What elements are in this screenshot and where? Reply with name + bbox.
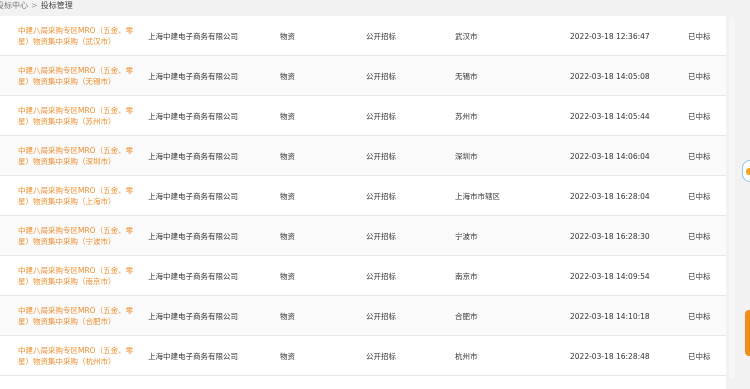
city-cell: 杭州市 — [455, 351, 478, 361]
table-row: 中建八局采购专区MRO（五金、零星）物资集中采购（南京市） 上海中建电子商务有限公… — [0, 256, 726, 296]
category-cell: 物资 — [280, 31, 295, 41]
project-name-link[interactable]: 中建八局采购专区MRO（五金、零星）物资集中采购（杭州市） — [18, 336, 136, 376]
category-cell: 物资 — [280, 151, 295, 161]
time-cell: 2022-03-18 14:10:18 — [570, 311, 650, 321]
category-cell: 物资 — [280, 111, 295, 121]
project-name-link[interactable]: 中建八局采购专区MRO（五金、零星）物资集中采购（武汉市） — [18, 16, 136, 56]
company-cell: 上海中建电子商务有限公司 — [148, 311, 238, 321]
table-row: 中建八局采购专区MRO（五金、零星）物资集中采购（合肥市） 上海中建电子商务有限公… — [0, 296, 726, 336]
chat-bubble-icon — [746, 168, 750, 175]
city-cell: 无锡市 — [455, 71, 478, 81]
bid-method-cell: 公开招标 — [366, 351, 396, 361]
status-cell: 已中标 — [688, 271, 711, 281]
city-cell: 合肥市 — [455, 311, 478, 321]
project-name-link[interactable]: 中建八局采购专区MRO（五金、零星）物资集中采购（无锡市） — [18, 56, 136, 96]
project-name-link[interactable]: 中建八局采购专区MRO（五金、零星）物资集中采购（合肥市） — [18, 296, 136, 336]
breadcrumb: 投标中心>投标管理 — [0, 0, 746, 16]
time-cell: 2022-03-18 16:28:48 — [570, 351, 650, 361]
category-cell: 物资 — [280, 191, 295, 201]
status-cell: 已中标 — [688, 311, 711, 321]
project-name-link[interactable]: 中建八局采购专区MRO（五金、零星）物资集中采购（苏州市） — [18, 96, 136, 136]
city-cell: 南京市 — [455, 271, 478, 281]
time-cell: 2022-03-18 14:05:44 — [570, 111, 650, 121]
bid-method-cell: 公开招标 — [366, 31, 396, 41]
page: 投标中心>投标管理 中建八局采购专区MRO（五金、零星）物资集中采购（武汉市） 上… — [0, 0, 750, 389]
category-cell: 物资 — [280, 351, 295, 361]
bid-method-cell: 公开招标 — [366, 231, 396, 241]
status-cell: 已中标 — [688, 31, 711, 41]
bid-method-cell: 公开招标 — [366, 311, 396, 321]
bid-method-cell: 公开招标 — [366, 111, 396, 121]
bid-table: 中建八局采购专区MRO（五金、零星）物资集中采购（武汉市） 上海中建电子商务有限公… — [0, 16, 726, 389]
time-cell: 2022-03-18 14:09:54 — [570, 271, 650, 281]
company-cell: 上海中建电子商务有限公司 — [148, 231, 238, 241]
company-cell: 上海中建电子商务有限公司 — [148, 31, 238, 41]
company-cell: 上海中建电子商务有限公司 — [148, 111, 238, 121]
breadcrumb-separator: > — [31, 1, 38, 10]
breadcrumb-current: 投标管理 — [40, 1, 73, 10]
status-cell: 已中标 — [688, 351, 711, 361]
bid-method-cell: 公开招标 — [366, 191, 396, 201]
table-row: 中建八局采购专区MRO（五金、零星）物资集中采购（无锡市） 上海中建电子商务有限公… — [0, 56, 726, 96]
time-cell: 2022-03-18 16:28:30 — [570, 231, 650, 241]
company-cell: 上海中建电子商务有限公司 — [148, 191, 238, 201]
company-cell: 上海中建电子商务有限公司 — [148, 151, 238, 161]
time-cell: 2022-03-18 16:28:04 — [570, 191, 650, 201]
city-cell: 深圳市 — [455, 151, 478, 161]
table-row: 中建八局采购专区MRO（五金、零星）物资集中采购（上海市） 上海中建电子商务有限公… — [0, 176, 726, 216]
side-float-tab[interactable] — [745, 310, 750, 356]
table-row: 中建八局采购专区MRO（五金、零星）物资集中采购（宁波市） 上海中建电子商务有限公… — [0, 216, 726, 256]
table-row: 中建八局采购专区MRO（五金、零星）物资集中采购（杭州市） 上海中建电子商务有限公… — [0, 336, 726, 376]
status-cell: 已中标 — [688, 151, 711, 161]
company-cell: 上海中建电子商务有限公司 — [148, 271, 238, 281]
category-cell: 物资 — [280, 71, 295, 81]
company-cell: 上海中建电子商务有限公司 — [148, 71, 238, 81]
table-row: 中建八局采购专区MRO（五金、零星）物资集中采购（苏州市） 上海中建电子商务有限公… — [0, 96, 726, 136]
breadcrumb-parent-link[interactable]: 投标中心 — [0, 1, 28, 10]
status-cell: 已中标 — [688, 111, 711, 121]
city-cell: 上海市市辖区 — [455, 191, 500, 201]
vertical-scrollbar[interactable] — [727, 16, 737, 389]
status-cell: 已中标 — [688, 71, 711, 81]
bid-method-cell: 公开招标 — [366, 151, 396, 161]
project-name-link[interactable]: 中建八局采购专区MRO（五金、零星）物资集中采购（深圳市） — [18, 136, 136, 176]
scrollbar-thumb[interactable] — [729, 18, 735, 378]
status-cell: 已中标 — [688, 191, 711, 201]
table-row: 中建八局采购专区MRO（五金、零星）物资集中采购（武汉市） 上海中建电子商务有限公… — [0, 16, 726, 56]
category-cell: 物资 — [280, 271, 295, 281]
bid-method-cell: 公开招标 — [366, 271, 396, 281]
category-cell: 物资 — [280, 231, 295, 241]
project-name-link[interactable]: 中建八局采购专区MRO（五金、零星）物资集中采购（上海市） — [18, 176, 136, 216]
company-cell: 上海中建电子商务有限公司 — [148, 351, 238, 361]
status-cell: 已中标 — [688, 231, 711, 241]
city-cell: 宁波市 — [455, 231, 478, 241]
city-cell: 苏州市 — [455, 111, 478, 121]
category-cell: 物资 — [280, 311, 295, 321]
time-cell: 2022-03-18 14:06:04 — [570, 151, 650, 161]
table-row: 中建八局采购专区MRO（五金、零星）物资集中采购（深圳市） 上海中建电子商务有限公… — [0, 136, 726, 176]
project-name-link[interactable]: 中建八局采购专区MRO（五金、零星）物资集中采购（南京市） — [18, 256, 136, 296]
city-cell: 武汉市 — [455, 31, 478, 41]
bid-method-cell: 公开招标 — [366, 71, 396, 81]
chat-float-button[interactable] — [742, 160, 750, 182]
time-cell: 2022-03-18 14:05:08 — [570, 71, 650, 81]
project-name-link[interactable]: 中建八局采购专区MRO（五金、零星）物资集中采购（宁波市） — [18, 216, 136, 256]
time-cell: 2022-03-18 12:36:47 — [570, 31, 650, 41]
